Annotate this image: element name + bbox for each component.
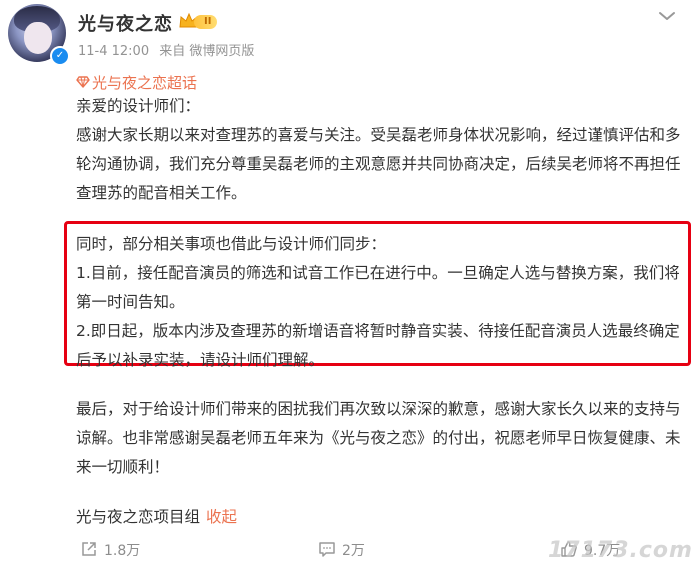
highlight-line: 2.即日起，版本内涉及查理苏的新增语音将暂时静音实装、待接任配音演员人选最终确定…: [76, 322, 680, 369]
repost-button[interactable]: 1.8万: [80, 540, 140, 560]
repost-count: 1.8万: [104, 543, 141, 559]
greeting: 亲爱的设计师们：: [76, 97, 201, 115]
post-meta: 11-4 12:00 来自 微博网页版: [78, 40, 260, 59]
comment-icon: [319, 542, 335, 557]
signature: 光与夜之恋项目组: [76, 508, 201, 526]
more-icon[interactable]: [656, 8, 678, 24]
level-badge: II: [194, 15, 218, 29]
highlight-line: 同时，部分相关事项也借此与设计师们同步：: [76, 235, 387, 253]
author-name[interactable]: 光与夜之恋: [78, 10, 173, 36]
post-body: 感谢大家长期以来对查理苏的喜爱与关注。受吴磊老师身体状况影响，经过谨慎评估和多轮…: [76, 126, 681, 202]
topic-label[interactable]: 光与夜之恋超话: [92, 74, 197, 92]
comment-button[interactable]: 2万: [318, 540, 365, 560]
verified-icon: ✓: [50, 46, 70, 66]
highlight-line: 1.目前，接任配音演员的筛选和试音工作已在进行中。一旦确定人选与替换方案，我们将…: [76, 264, 680, 311]
topic-link[interactable]: 光与夜之恋超话: [76, 72, 197, 93]
avatar-face: [24, 22, 52, 54]
collapse-link[interactable]: 收起: [206, 508, 237, 526]
diamond-icon: [76, 76, 90, 88]
repost-icon: [82, 542, 96, 556]
watermark: 17173.com: [548, 538, 693, 563]
highlight-text: 同时，部分相关事项也借此与设计师们同步： 1.目前，接任配音演员的筛选和试音工作…: [76, 230, 688, 375]
signature-line: 光与夜之恋项目组 收起: [76, 503, 237, 532]
comment-count: 2万: [342, 543, 365, 559]
post-source: 来自 微博网页版: [159, 44, 255, 59]
timestamp[interactable]: 11-4 12:00: [78, 44, 149, 59]
closing-text: 最后，对于给设计师们带来的困扰我们再次致以深深的歉意，感谢大家长久以来的支持与谅…: [76, 400, 681, 476]
